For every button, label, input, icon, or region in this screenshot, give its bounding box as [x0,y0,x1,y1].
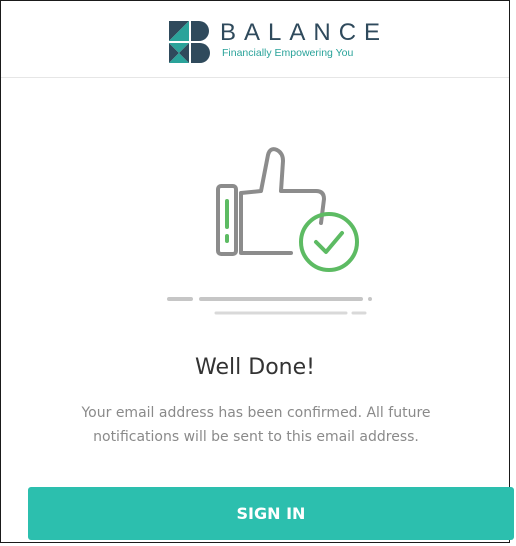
sign-in-button[interactable]: SIGN IN [28,487,514,540]
brand-header: BALANCE Financially Empowering You [1,1,509,78]
page-title: Well Done! [195,355,315,380]
balance-logo-icon [169,21,210,63]
confirmation-panel: BALANCE Financially Empowering You Well … [0,0,510,543]
brand-name: BALANCE [220,19,389,46]
thumbs-up-check-icon [167,147,372,315]
brand-tagline: Financially Empowering You [222,47,354,59]
confirmation-message: Your email address has been confirmed. A… [81,405,431,445]
